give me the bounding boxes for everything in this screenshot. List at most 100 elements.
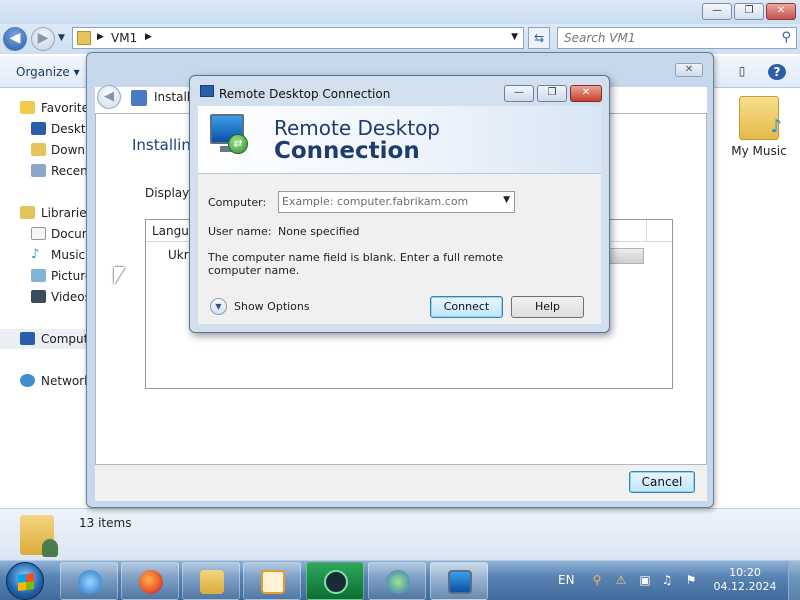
breadcrumb-vm1[interactable]: VM1	[111, 31, 137, 45]
warning-icon[interactable]: ⚠	[614, 573, 628, 587]
nav-favorites[interactable]: Favorites	[0, 98, 90, 118]
computer-input[interactable]	[282, 195, 492, 208]
forward-button[interactable]: ▶	[31, 27, 55, 51]
install-back-button[interactable]: ◀	[97, 85, 121, 109]
network-globe-icon	[386, 570, 410, 594]
nav-computer[interactable]: Comput	[0, 329, 90, 349]
documents-icon	[31, 227, 46, 240]
navigation-pane: Favorites Deskto Downl Recent Libraries …	[0, 88, 90, 508]
nav-videos[interactable]: Videos	[0, 287, 90, 307]
nav-downloads-label: Downl	[51, 143, 89, 157]
organize-menu[interactable]: Organize ▾	[16, 65, 80, 79]
folder-icon	[200, 570, 224, 594]
taskbar-remote-desktop[interactable]	[430, 562, 488, 600]
username-label: User name:	[208, 225, 272, 238]
install-close-button[interactable]: ✕	[675, 63, 703, 77]
taskbar-file-explorer[interactable]	[182, 562, 240, 600]
search-box[interactable]: ⚲	[557, 27, 797, 49]
minimize-button[interactable]: —	[702, 3, 732, 20]
nav-documents-label: Docum	[51, 227, 90, 241]
details-pane: 13 items	[0, 508, 800, 560]
desktop-icon	[31, 122, 46, 135]
connect-button[interactable]: Connect	[430, 296, 503, 318]
remote-desktop-icon	[200, 85, 214, 97]
rdc-maximize-button[interactable]: ❐	[537, 85, 567, 102]
nav-desktop[interactable]: Deskto	[0, 119, 90, 139]
maximize-button[interactable]: ❐	[734, 3, 764, 20]
recent-places-icon	[31, 164, 46, 177]
rdc-minimize-button[interactable]: —	[504, 85, 534, 102]
address-bar-row: ◀ ▶ ▼ ▶ VM1 ▶ ▼ ⇆ ⚲	[0, 24, 800, 54]
internet-explorer-icon	[78, 570, 102, 594]
music-icon: ♪	[31, 247, 40, 262]
banner-title-line1: Remote Desktop	[274, 116, 441, 140]
green-app-icon	[324, 570, 348, 594]
taskbar-media-player[interactable]	[243, 562, 301, 600]
libraries-icon	[20, 206, 35, 219]
install-icon	[131, 90, 147, 106]
taskbar-firefox[interactable]	[121, 562, 179, 600]
rdc-title: Remote Desktop Connection	[219, 87, 391, 101]
help-icon[interactable]: ?	[768, 64, 786, 80]
rdc-titlebar[interactable]: Remote Desktop Connection — ❐ ✕	[190, 76, 609, 104]
computer-label: Computer:	[208, 196, 267, 209]
expand-chevron-icon[interactable]: ▼	[210, 298, 227, 315]
organize-label: Organize	[16, 65, 70, 79]
clock-time: 10:20	[729, 566, 761, 579]
nav-desktop-label: Deskto	[51, 122, 90, 136]
nav-libraries-label: Libraries	[41, 206, 90, 220]
close-button[interactable]: ✕	[766, 3, 796, 20]
downloads-icon	[31, 143, 46, 156]
taskbar-network-app[interactable]	[368, 562, 426, 600]
show-options-label[interactable]: Show Options	[234, 300, 310, 313]
network-tray-icon[interactable]: ▣	[638, 573, 652, 587]
rdc-close-button[interactable]: ✕	[570, 85, 602, 102]
nav-pictures[interactable]: Picture	[0, 266, 90, 286]
nav-computer-label: Comput	[41, 332, 89, 346]
help-button[interactable]: Help	[511, 296, 584, 318]
install-title: Install	[154, 90, 191, 104]
nav-network[interactable]: Network	[0, 371, 90, 391]
refresh-button[interactable]: ⇆	[528, 27, 550, 49]
taskbar-green-app[interactable]	[306, 562, 364, 600]
media-player-icon	[261, 570, 285, 594]
clock[interactable]: 10:20 04.12.2024	[710, 566, 780, 594]
cancel-button[interactable]: Cancel	[629, 471, 695, 493]
chevron-down-icon[interactable]: ▼	[503, 195, 510, 205]
pictures-icon	[31, 269, 46, 282]
volume-icon[interactable]: ♫	[660, 573, 674, 587]
folder-my-music[interactable]: ♪ My Music	[728, 96, 790, 158]
nav-libraries[interactable]: Libraries	[0, 203, 90, 223]
nav-downloads[interactable]: Downl	[0, 140, 90, 160]
taskbar-internet-explorer[interactable]	[60, 562, 118, 600]
windows-logo-icon	[18, 573, 34, 591]
start-button[interactable]	[6, 562, 44, 600]
nav-videos-label: Videos	[51, 290, 90, 304]
search-input[interactable]	[564, 31, 764, 45]
computer-combobox[interactable]: ▼	[278, 191, 515, 213]
rdc-banner: ⇄ Remote Desktop Connection	[198, 106, 601, 174]
blank-computer-message: The computer name field is blank. Enter …	[208, 251, 504, 277]
address-dropdown-icon[interactable]: ▼	[511, 32, 518, 42]
user-folder-icon	[20, 515, 58, 557]
clock-date: 04.12.2024	[713, 580, 777, 593]
address-box[interactable]: ▶ VM1 ▶ ▼	[72, 27, 524, 49]
breadcrumb-arrow-icon[interactable]: ▶	[97, 32, 104, 42]
nav-documents[interactable]: Docum	[0, 224, 90, 244]
language-indicator[interactable]: EN	[558, 573, 575, 587]
remote-desktop-icon	[448, 570, 472, 594]
nav-recent[interactable]: Recent	[0, 161, 90, 181]
nav-music[interactable]: ♪ Music	[0, 245, 90, 265]
recent-pages-chevron-icon[interactable]: ▼	[58, 33, 65, 43]
search-tray-icon[interactable]: ⚲	[590, 573, 604, 587]
explorer-titlebar: — ❐ ✕	[0, 0, 800, 24]
connection-arrows-icon: ⇄	[228, 134, 248, 154]
preview-pane-icon[interactable]: ▯	[733, 64, 751, 80]
nav-pictures-label: Picture	[51, 269, 90, 283]
breadcrumb-arrow-icon[interactable]: ▶	[145, 32, 152, 42]
back-button[interactable]: ◀	[3, 27, 27, 51]
action-center-icon[interactable]: ⚑	[684, 573, 698, 587]
star-icon	[20, 101, 35, 114]
show-desktop-button[interactable]	[788, 561, 800, 600]
search-icon[interactable]: ⚲	[781, 30, 791, 45]
